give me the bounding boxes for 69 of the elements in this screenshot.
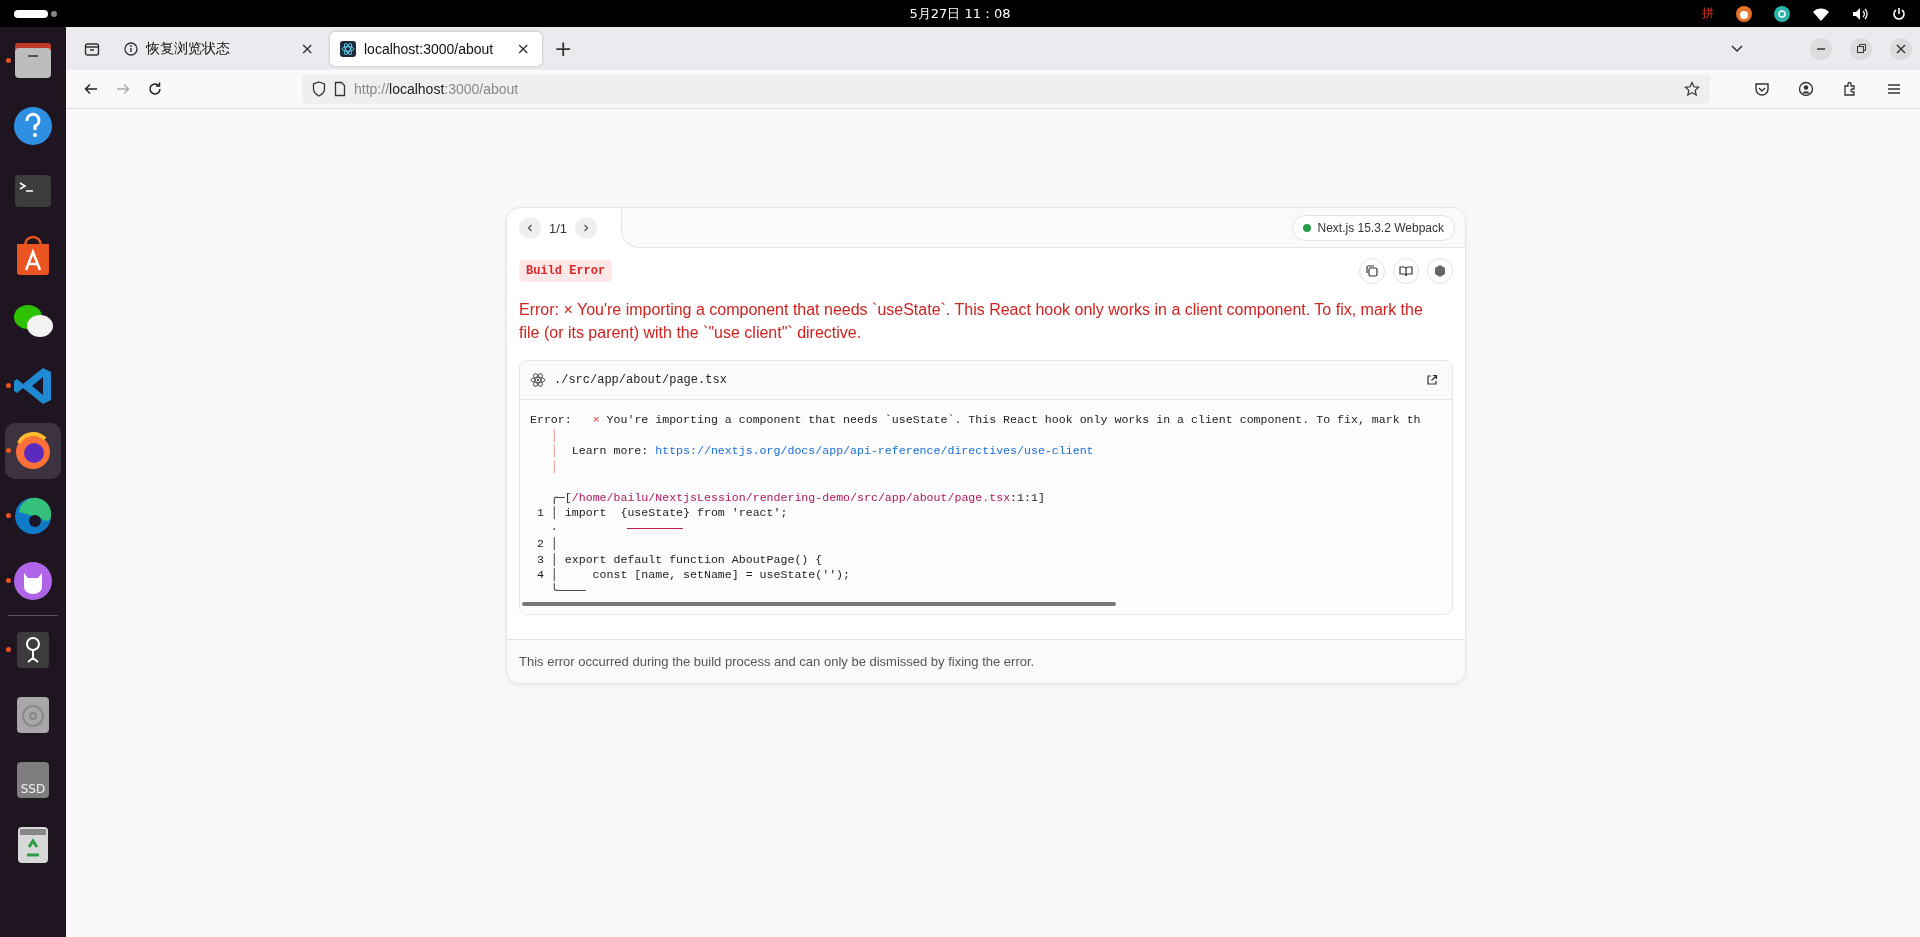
code-text: 1 │ import {useState} from 'react'; bbox=[535, 506, 788, 519]
copy-button[interactable] bbox=[1359, 258, 1385, 284]
power-icon[interactable] bbox=[1892, 6, 1906, 21]
code-text: Learn more: bbox=[570, 444, 650, 457]
gutter-glyph: │ bbox=[550, 444, 558, 457]
address-field[interactable]: http://localhost:3000/about bbox=[302, 74, 1710, 104]
code-text: :1:1] bbox=[1010, 490, 1045, 504]
code-text: 2 │ bbox=[535, 537, 558, 550]
code-text: · bbox=[549, 521, 558, 535]
hexagon-icon bbox=[1432, 263, 1448, 279]
wifi-icon[interactable] bbox=[1812, 6, 1830, 21]
close-tab-button[interactable]: × bbox=[298, 39, 316, 58]
atom-icon bbox=[340, 40, 356, 57]
url-text: http://localhost:3000/about bbox=[354, 81, 519, 97]
code-text: ╭─[ bbox=[549, 490, 572, 504]
error-underline bbox=[627, 527, 684, 529]
browser-tab[interactable]: localhost:3000/about × bbox=[330, 31, 542, 66]
source-path: /home/bailu/NextjsLession/rendering-demo/src/app/about/page.tsx bbox=[571, 490, 1011, 504]
clock[interactable]: 5月27日 11：08 bbox=[909, 4, 1011, 23]
sync-icon[interactable] bbox=[1774, 5, 1790, 22]
code-text: 4 │ const [name, setName] = useState(''); bbox=[535, 568, 851, 581]
dock-item[interactable]: SSD bbox=[5, 752, 61, 808]
minimize-button[interactable] bbox=[1810, 37, 1832, 60]
next-error-button[interactable] bbox=[575, 217, 598, 239]
shield-icon bbox=[312, 81, 326, 97]
version-label: Next.js 15.3.2 Webpack bbox=[1317, 220, 1444, 235]
code-text: 3 │ export default function AboutPage() { bbox=[535, 552, 823, 566]
error-message: Error: × You're importing a component that needs `useState`. This React hook only works in a client component. To fix, mark the file (or its parent) with the `"use client"` directive. bbox=[519, 300, 1424, 343]
copy-icon bbox=[1364, 263, 1380, 279]
close-tab-button[interactable]: × bbox=[514, 39, 532, 58]
footer-note: This error occurred during the build process and can only be dismissed by fixing the error. bbox=[507, 639, 1465, 683]
hexagon-button[interactable] bbox=[1427, 258, 1453, 284]
browser-tab[interactable]: 恢复浏览状态 × bbox=[114, 31, 326, 66]
file-path: ./src/app/about/page.tsx bbox=[554, 373, 727, 387]
cat-icon[interactable] bbox=[11, 559, 55, 603]
page-icon bbox=[334, 81, 346, 97]
book-icon bbox=[1398, 263, 1414, 279]
fox-app-icon[interactable] bbox=[1736, 5, 1752, 22]
atom-icon bbox=[530, 372, 546, 388]
external-link-icon[interactable] bbox=[1426, 374, 1438, 386]
new-tab-button[interactable]: + bbox=[546, 36, 581, 61]
scrollbar-thumb[interactable] bbox=[522, 602, 1116, 606]
info-icon bbox=[124, 41, 138, 56]
help-icon[interactable] bbox=[11, 104, 55, 148]
drive-label: SSD bbox=[20, 782, 46, 798]
gutter-glyph: │ bbox=[550, 428, 558, 442]
dock-item[interactable] bbox=[5, 423, 61, 479]
code-text: You're importing a component that needs `useState`. This React hook only works in a client component. To fix, mark th bbox=[605, 413, 1421, 426]
error-mark: × bbox=[592, 413, 600, 426]
volume-icon[interactable] bbox=[1852, 6, 1870, 21]
restore-button[interactable] bbox=[1850, 37, 1872, 60]
close-window-button[interactable] bbox=[1890, 37, 1912, 60]
tab-overview-icon[interactable] bbox=[84, 40, 100, 57]
tab-title: localhost:3000/about bbox=[364, 40, 495, 57]
error-type-label: Build Error bbox=[519, 260, 613, 282]
workspace-indicator-icon[interactable] bbox=[14, 8, 58, 19]
gutter-glyph: │ bbox=[550, 459, 558, 473]
tab-title: 恢复浏览状态 bbox=[146, 39, 231, 58]
docs-link[interactable]: https://nextjs.org/docs/app/api-reference/directives/use-client bbox=[655, 444, 1094, 457]
version-badge[interactable]: Next.js 15.3.2 Webpack bbox=[1292, 214, 1455, 241]
book-button[interactable] bbox=[1393, 258, 1419, 284]
bookmark-star-icon[interactable] bbox=[1684, 81, 1700, 97]
drive-icon[interactable]: SSD bbox=[17, 762, 49, 798]
code-text: Error: bbox=[530, 413, 573, 426]
code-text: ╰──── bbox=[549, 583, 586, 597]
input-method-indicator[interactable]: 拼 bbox=[1702, 5, 1714, 22]
previous-error-button[interactable] bbox=[519, 217, 541, 239]
error-count: 1/1 bbox=[549, 220, 568, 236]
chevron-left-icon bbox=[525, 223, 535, 233]
